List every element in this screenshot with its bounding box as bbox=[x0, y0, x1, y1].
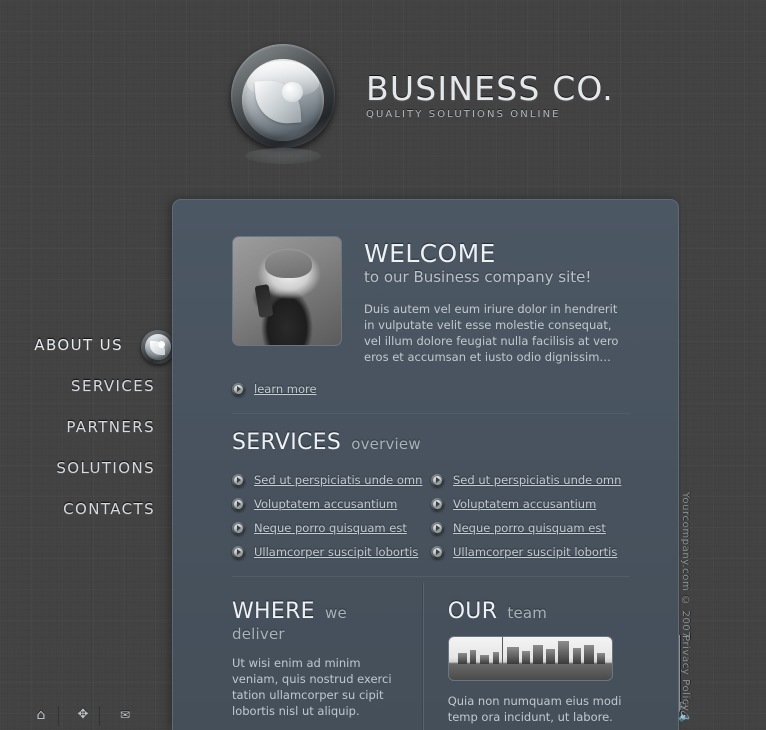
arrow-bullet-icon bbox=[232, 521, 245, 535]
services-column-left: Sed ut perspiciatis unde omn Voluptatem … bbox=[232, 463, 431, 559]
services-column-right: Sed ut perspiciatis unde omn Voluptatem … bbox=[431, 463, 630, 559]
team-title: OUR bbox=[447, 599, 498, 624]
photo-shape-phone bbox=[254, 283, 274, 318]
team-title-sub: team bbox=[507, 604, 548, 622]
list-item: Sed ut perspiciatis unde omn bbox=[431, 473, 630, 487]
photo-shape-hair bbox=[265, 249, 312, 279]
sidebar-item-label: SOLUTIONS bbox=[56, 459, 155, 477]
list-item: Ullamcorper suscipit lobortis bbox=[431, 545, 630, 559]
service-link[interactable]: Neque porro quisquam est bbox=[254, 521, 407, 535]
learn-more-link[interactable]: learn more bbox=[254, 382, 317, 396]
where-heading: WHERE we deliver bbox=[232, 599, 404, 643]
list-item: Neque porro quisquam est bbox=[232, 521, 431, 535]
service-link[interactable]: Ullamcorper suscipit lobortis bbox=[254, 545, 418, 559]
list-item: Sed ut perspiciatis unde omn bbox=[232, 473, 431, 487]
welcome-heading: WELCOME bbox=[364, 239, 496, 268]
welcome-section: WELCOME to our Business company site! Du… bbox=[232, 236, 630, 365]
where-we-deliver-section: WHERE we deliver Ut wisi enim ad minim v… bbox=[232, 583, 422, 730]
active-nav-badge-icon bbox=[141, 330, 175, 364]
service-link[interactable]: Sed ut perspiciatis unde omn bbox=[453, 473, 621, 487]
list-item: Ullamcorper suscipit lobortis bbox=[232, 545, 431, 559]
footer-divider bbox=[58, 706, 59, 726]
copyright-text: Yourcompany.com © 2007. bbox=[680, 492, 691, 643]
logo-inner-disc bbox=[242, 59, 324, 141]
sidebar-item-label: PARTNERS bbox=[66, 418, 155, 436]
skyline-mast bbox=[502, 637, 504, 664]
list-item: Voluptatem accusantium bbox=[232, 497, 431, 511]
service-link[interactable]: Neque porro quisquam est bbox=[453, 521, 606, 535]
home-icon[interactable]: ⌂ bbox=[31, 706, 51, 724]
brand-tagline: QUALITY SOLUTIONS ONLINE bbox=[366, 109, 561, 120]
welcome-body-text: Duis autem vel eum iriure dolor in hendr… bbox=[364, 302, 619, 364]
sidebar-item-label: SERVICES bbox=[71, 377, 155, 395]
service-link[interactable]: Ullamcorper suscipit lobortis bbox=[453, 545, 617, 559]
team-heading: OUR team bbox=[448, 599, 630, 624]
services-title: SERVICES bbox=[232, 430, 342, 455]
sidebar-item-contacts[interactable]: CONTACTS bbox=[0, 489, 175, 530]
brand-block: BUSINESS CO. QUALITY SOLUTIONS ONLINE bbox=[366, 69, 614, 121]
arrow-bullet-icon bbox=[232, 382, 245, 396]
footer-bar: ⌂ ✥ ✉ bbox=[0, 698, 172, 730]
where-body-text: Ut wisi enim ad minim veniam, quis nostr… bbox=[232, 656, 392, 718]
sidebar-item-about-us[interactable]: ABOUT US bbox=[0, 325, 175, 366]
arrow-bullet-icon bbox=[232, 545, 245, 559]
content-panel: WELCOME to our Business company site! Du… bbox=[172, 199, 679, 730]
page-title: BUSINESS CO. bbox=[366, 69, 614, 108]
mail-icon[interactable]: ✉ bbox=[115, 706, 135, 724]
services-section: SERVICES overview Sed ut perspiciatis un… bbox=[232, 430, 630, 559]
services-heading: SERVICES overview bbox=[232, 430, 630, 455]
services-title-sub: overview bbox=[351, 435, 421, 453]
sidebar-item-solutions[interactable]: SOLUTIONS bbox=[0, 448, 175, 489]
sidebar-item-services[interactable]: SERVICES bbox=[0, 366, 175, 407]
list-item: Voluptatem accusantium bbox=[431, 497, 630, 511]
service-link[interactable]: Voluptatem accusantium bbox=[453, 497, 596, 511]
city-skyline-photo bbox=[447, 636, 613, 681]
business-logo-badge-icon[interactable] bbox=[231, 40, 335, 164]
sitemap-icon[interactable]: ✥ bbox=[73, 706, 93, 724]
site-header: BUSINESS CO. QUALITY SOLUTIONS ONLINE bbox=[0, 0, 766, 190]
main-navigation: ABOUT US SERVICES PARTNERS SOLUTIONS CON… bbox=[0, 325, 175, 530]
service-link[interactable]: Voluptatem accusantium bbox=[254, 497, 397, 511]
arrow-bullet-icon bbox=[431, 473, 444, 487]
section-divider bbox=[232, 413, 630, 414]
our-team-section: OUR team Quia non numquam eius modi temp… bbox=[421, 583, 630, 730]
vertical-footer-strip: Yourcompany.com © 2007. Privacy Policy bbox=[680, 480, 706, 720]
arrow-bullet-icon bbox=[232, 497, 245, 511]
section-divider bbox=[232, 576, 630, 577]
team-body-text: Quia non numquam eius modi temp ora inci… bbox=[447, 694, 622, 724]
arrow-bullet-icon bbox=[431, 497, 444, 511]
logo-reflection bbox=[245, 148, 321, 164]
welcome-subheading: to our Business company site! bbox=[364, 268, 592, 286]
list-item: Neque porro quisquam est bbox=[431, 521, 630, 535]
arrow-bullet-icon bbox=[431, 521, 444, 535]
where-title: WHERE bbox=[232, 599, 315, 624]
sidebar-item-label: ABOUT US bbox=[34, 336, 123, 354]
learn-more-row: learn more bbox=[232, 382, 630, 396]
sidebar-item-label: CONTACTS bbox=[63, 500, 155, 518]
service-link[interactable]: Sed ut perspiciatis unde omn bbox=[254, 473, 422, 487]
businessman-on-phone-photo bbox=[232, 236, 342, 346]
sound-icon[interactable]: 🔈 bbox=[678, 706, 698, 724]
sidebar-item-partners[interactable]: PARTNERS bbox=[0, 407, 175, 448]
footer-divider bbox=[99, 706, 100, 726]
arrow-bullet-icon bbox=[431, 545, 444, 559]
logo-dot-shape bbox=[282, 81, 303, 103]
arrow-bullet-icon bbox=[232, 473, 245, 487]
nav-badge-dot bbox=[158, 341, 165, 348]
logo-outer-ring bbox=[231, 44, 335, 148]
